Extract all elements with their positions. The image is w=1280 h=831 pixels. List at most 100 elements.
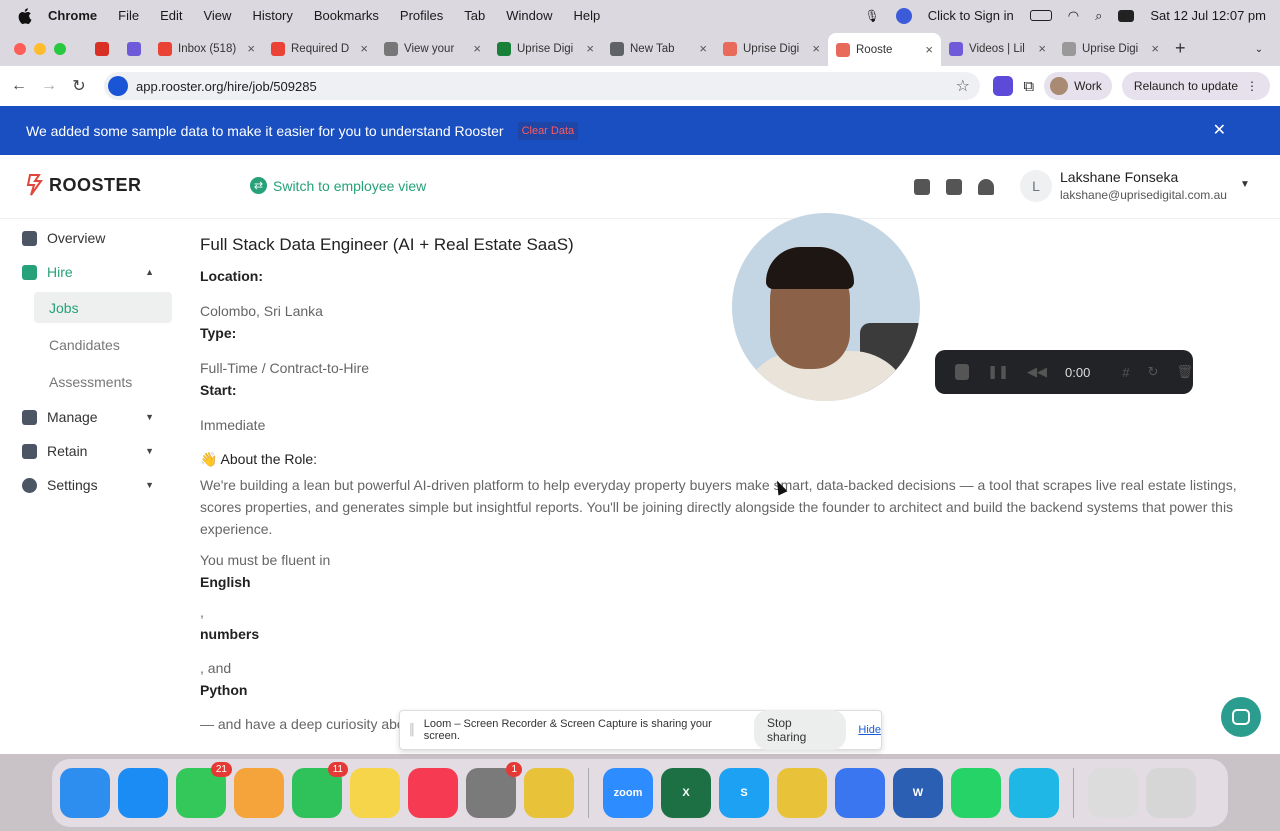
microphone-icon[interactable]: 🎙	[865, 9, 880, 23]
extension-icon[interactable]	[993, 76, 1014, 96]
wifi-icon[interactable]: ◠	[1068, 8, 1079, 24]
more-menu-icon[interactable]: ⋮	[1246, 79, 1258, 93]
sidebar-item-retain[interactable]: Retain ▼	[0, 434, 180, 468]
dock-app-notes-icon[interactable]	[350, 768, 400, 818]
tab-close-icon[interactable]: ×	[699, 41, 707, 56]
hide-button[interactable]: Hide	[858, 724, 881, 736]
dock-app-system-settings-icon[interactable]: 1	[466, 762, 522, 818]
dock-app-word-icon[interactable]: W	[893, 768, 943, 818]
sidebar-item-candidates[interactable]: Candidates	[0, 326, 180, 363]
refresh-icon[interactable]: ↻	[1148, 364, 1159, 380]
bell-icon[interactable]	[978, 179, 994, 195]
webcam-bubble[interactable]	[732, 213, 920, 401]
click-to-sign-in[interactable]: Click to Sign in	[928, 8, 1014, 23]
menu-app-name[interactable]: Chrome	[48, 8, 97, 23]
battery-icon[interactable]	[1029, 10, 1052, 21]
dock-app-excel-icon[interactable]: X	[661, 768, 711, 818]
drag-handle-icon[interactable]: ║	[408, 724, 416, 736]
dock-app-facetime-icon[interactable]: 11	[292, 762, 348, 818]
chevron-down-icon[interactable]: ▼	[1240, 179, 1250, 190]
dock-app-chrome-icon[interactable]	[524, 768, 574, 818]
dock-app-chrome-2-icon[interactable]	[777, 768, 827, 818]
zoom-window-button[interactable]	[54, 42, 66, 55]
browser-tab[interactable]: Uprise Digi ×	[715, 35, 828, 63]
dock-app-zoom-icon[interactable]: zoom	[603, 768, 653, 818]
dock-app-finder-icon[interactable]	[60, 768, 110, 818]
menu-window[interactable]: Window	[506, 8, 552, 23]
sidebar-item-jobs[interactable]: Jobs	[34, 292, 172, 323]
control-center-icon[interactable]	[1118, 9, 1135, 22]
dock-app-photos-icon[interactable]	[234, 768, 284, 818]
rooster-logo[interactable]: ROOSTER	[25, 173, 142, 197]
browser-tab[interactable]: Rooste ×	[828, 33, 941, 66]
user-menu[interactable]: L Lakshane Fonseka lakshane@uprisedigita…	[1020, 169, 1250, 202]
menu-file[interactable]: File	[118, 8, 139, 23]
sidebar-item-overview[interactable]: Overview	[0, 221, 180, 255]
dock-app-skype-icon[interactable]: S	[719, 768, 769, 818]
menu-profiles[interactable]: Profiles	[400, 8, 443, 23]
clock[interactable]: Sat 12 Jul 12:07 pm	[1150, 8, 1266, 23]
calendar-icon[interactable]	[946, 179, 962, 195]
chat-widget-button[interactable]	[1221, 697, 1261, 737]
minimize-window-button[interactable]	[34, 42, 46, 55]
zoom-status-icon[interactable]	[895, 7, 912, 24]
apple-menu-icon[interactable]	[16, 7, 34, 24]
tab-close-icon[interactable]: ×	[812, 41, 820, 56]
dock-app-whatsapp-icon[interactable]	[951, 768, 1001, 818]
browser-tab[interactable]	[118, 35, 150, 63]
pause-icon[interactable]: ❚❚	[987, 364, 1009, 380]
dock-app-downloads-icon[interactable]	[1088, 768, 1138, 818]
dock-app-app-store-icon[interactable]	[118, 768, 168, 818]
browser-tab[interactable]: New Tab ×	[602, 35, 715, 63]
forward-button[interactable]: →	[34, 77, 64, 95]
sidebar-item-manage[interactable]: Manage ▼	[0, 400, 180, 434]
tab-close-icon[interactable]: ×	[1038, 41, 1046, 56]
menu-tab[interactable]: Tab	[464, 8, 485, 23]
dock-app-app-dark-icon[interactable]	[1009, 768, 1059, 818]
menu-edit[interactable]: Edit	[160, 8, 182, 23]
tab-close-icon[interactable]: ×	[247, 41, 255, 56]
browser-tab[interactable]: Required D ×	[263, 35, 376, 63]
stop-recording-icon[interactable]	[955, 364, 970, 380]
menu-bookmarks[interactable]: Bookmarks	[314, 8, 379, 23]
dock-app-music-icon[interactable]	[408, 768, 458, 818]
trash-icon[interactable]: 🗑	[1176, 364, 1193, 380]
tab-close-icon[interactable]: ×	[925, 42, 933, 57]
tab-close-icon[interactable]: ×	[1151, 41, 1159, 56]
browser-tab[interactable]	[86, 35, 118, 63]
back-button[interactable]: ←	[4, 77, 34, 95]
reload-button[interactable]: ↻	[64, 76, 94, 96]
browser-tab[interactable]: Inbox (518) ×	[150, 35, 263, 63]
dock-app-signal-icon[interactable]	[835, 768, 885, 818]
browser-tab[interactable]: View your ×	[376, 35, 489, 63]
url-text[interactable]: app.rooster.org/hire/job/509285	[136, 79, 317, 94]
bookmark-star-icon[interactable]: ☆	[956, 76, 970, 96]
menu-history[interactable]: History	[252, 8, 292, 23]
switch-to-employee-view[interactable]: ⇄ Switch to employee view	[250, 177, 426, 194]
grid-icon[interactable]: #	[1122, 365, 1129, 380]
browser-tab[interactable]: Videos | Lil ×	[941, 35, 1054, 63]
menu-help[interactable]: Help	[574, 8, 601, 23]
browser-tab[interactable]: Uprise Digi ×	[489, 35, 602, 63]
menu-view[interactable]: View	[203, 8, 231, 23]
tasks-icon[interactable]	[914, 179, 930, 195]
sidebar-item-assessments[interactable]: Assessments	[0, 363, 180, 400]
profile-button[interactable]: Work	[1044, 72, 1112, 100]
new-tab-button[interactable]: +	[1175, 38, 1186, 59]
search-icon[interactable]: ⌕	[1095, 8, 1102, 24]
extensions-puzzle-icon[interactable]: ⧉	[1023, 78, 1034, 95]
dock-app-messages-icon[interactable]: 21	[176, 762, 232, 818]
tab-search-icon[interactable]: ⌄	[1250, 40, 1268, 58]
tab-close-icon[interactable]: ×	[473, 41, 481, 56]
browser-tab[interactable]: Uprise Digi ×	[1054, 35, 1167, 63]
sidebar-item-hire[interactable]: Hire ▲	[0, 255, 180, 289]
sidebar-item-settings[interactable]: Settings ▼	[0, 468, 180, 502]
restart-icon[interactable]: ◀◀	[1027, 364, 1047, 380]
tab-close-icon[interactable]: ×	[360, 41, 368, 56]
relaunch-button[interactable]: Relaunch to update ⋮	[1121, 72, 1270, 100]
clear-data-button[interactable]: Clear Data	[517, 121, 579, 140]
stop-sharing-button[interactable]: Stop sharing	[754, 710, 847, 750]
tab-close-icon[interactable]: ×	[586, 41, 594, 56]
site-info-icon[interactable]	[108, 76, 128, 96]
address-bar[interactable]: app.rooster.org/hire/job/509285 ☆	[104, 72, 980, 100]
